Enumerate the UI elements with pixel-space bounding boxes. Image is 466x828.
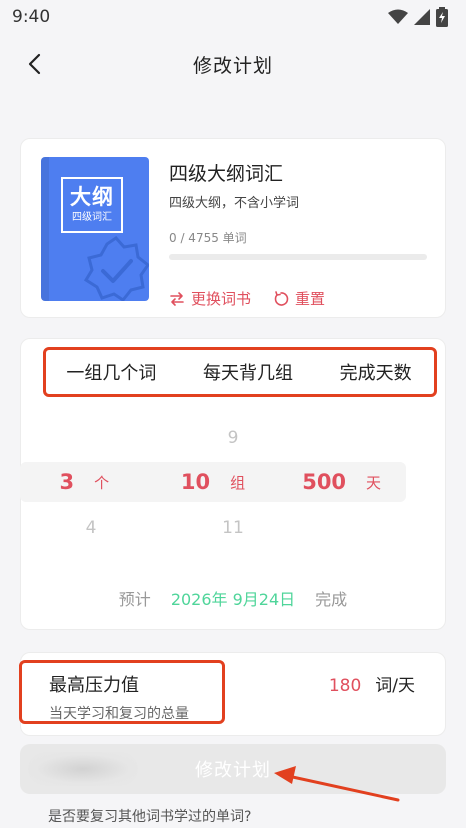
badge-check-icon bbox=[83, 236, 149, 301]
estimate-line: 预计 2026年 9月24日 完成 bbox=[20, 586, 446, 610]
annotation-arrow-icon bbox=[274, 766, 400, 802]
estimate-date: 2026年 9月24日 bbox=[170, 590, 296, 609]
battery-icon bbox=[436, 7, 448, 27]
swap-icon bbox=[170, 291, 184, 306]
pressure-card: 最高压力值 当天学习和复习的总量 180 词/天 bbox=[20, 652, 446, 736]
modify-plan-label: 修改计划 bbox=[195, 760, 271, 781]
status-time: 9:40 bbox=[12, 7, 51, 27]
selected-words-value: 3 bbox=[59, 470, 75, 494]
selected-words-unit: 个 bbox=[94, 473, 110, 492]
change-book-label: 更换词书 bbox=[191, 290, 252, 308]
back-button[interactable] bbox=[18, 48, 50, 80]
book-card: 大纲 四级词汇 四级大纲词汇 四级大纲，不含小学词 0 / 4755 单词 更换… bbox=[20, 138, 446, 318]
picker-prev-groups[interactable]: 9 bbox=[162, 418, 304, 458]
signal-icon bbox=[414, 9, 430, 25]
picker-row-next: 4 11 bbox=[20, 508, 446, 548]
pressure-value: 180 bbox=[328, 676, 362, 696]
header: 修改计划 bbox=[0, 40, 466, 88]
selected-groups-value: 10 bbox=[180, 470, 211, 494]
reset-button[interactable]: 重置 bbox=[273, 288, 325, 309]
review-question[interactable]: 是否要复习其他词书学过的单词? bbox=[48, 806, 251, 826]
redacted-blur bbox=[28, 752, 138, 786]
book-progress-text: 0 / 4755 单词 bbox=[169, 231, 247, 245]
book-info: 四级大纲词汇 四级大纲，不含小学词 0 / 4755 单词 更换词书 重置 bbox=[169, 159, 427, 309]
cover-label: 大纲 四级词汇 bbox=[61, 177, 123, 233]
picker-days-to-finish[interactable]: 500 天 bbox=[277, 462, 406, 502]
book-cover: 大纲 四级词汇 bbox=[41, 157, 149, 301]
picker-prev-words[interactable] bbox=[20, 418, 162, 458]
chevron-left-icon bbox=[28, 53, 41, 75]
status-bar: 9:40 bbox=[0, 0, 466, 34]
picker-next-groups[interactable]: 11 bbox=[162, 508, 304, 548]
cover-big-text: 大纲 bbox=[70, 185, 114, 209]
pressure-value-group[interactable]: 180 词/天 bbox=[329, 671, 415, 696]
pressure-unit: 词/天 bbox=[375, 676, 415, 696]
reset-label: 重置 bbox=[295, 290, 326, 308]
wifi-icon bbox=[388, 9, 408, 24]
reset-icon bbox=[274, 290, 289, 306]
selected-days-unit: 天 bbox=[366, 473, 382, 492]
page-title: 修改计划 bbox=[192, 54, 273, 77]
estimate-prefix: 预计 bbox=[118, 590, 151, 609]
picker-words-per-group[interactable]: 3 个 bbox=[20, 462, 149, 502]
picker-headers: 一组几个词 每天背几组 完成天数 bbox=[43, 349, 435, 395]
cover-small-text: 四级词汇 bbox=[72, 212, 112, 223]
selected-groups-unit: 组 bbox=[230, 473, 246, 492]
status-icons bbox=[388, 7, 448, 27]
book-title: 四级大纲词汇 bbox=[169, 163, 284, 185]
book-progress-bar bbox=[169, 254, 427, 260]
picker-next-days[interactable] bbox=[304, 508, 446, 548]
header-words-per-group: 一组几个词 bbox=[66, 363, 157, 384]
header-groups-per-day: 每天背几组 bbox=[202, 363, 293, 384]
header-days-to-finish: 完成天数 bbox=[339, 363, 412, 384]
picker-selected-row: 3 个 10 组 500 天 bbox=[20, 462, 406, 502]
book-actions: 更换词书 重置 bbox=[169, 288, 427, 309]
pressure-description: 当天学习和复习的总量 bbox=[49, 706, 189, 722]
picker-next-words[interactable]: 4 bbox=[20, 508, 162, 548]
pressure-title: 最高压力值 bbox=[49, 675, 139, 696]
book-subtitle: 四级大纲，不含小学词 bbox=[169, 196, 300, 211]
change-book-button[interactable]: 更换词书 bbox=[169, 288, 251, 309]
picker-prev-days[interactable] bbox=[304, 418, 446, 458]
picker-groups-per-day[interactable]: 10 组 bbox=[149, 462, 278, 502]
estimate-suffix: 完成 bbox=[315, 590, 348, 609]
selected-days-value: 500 bbox=[302, 470, 347, 494]
picker-row-prev: 9 bbox=[20, 418, 446, 458]
